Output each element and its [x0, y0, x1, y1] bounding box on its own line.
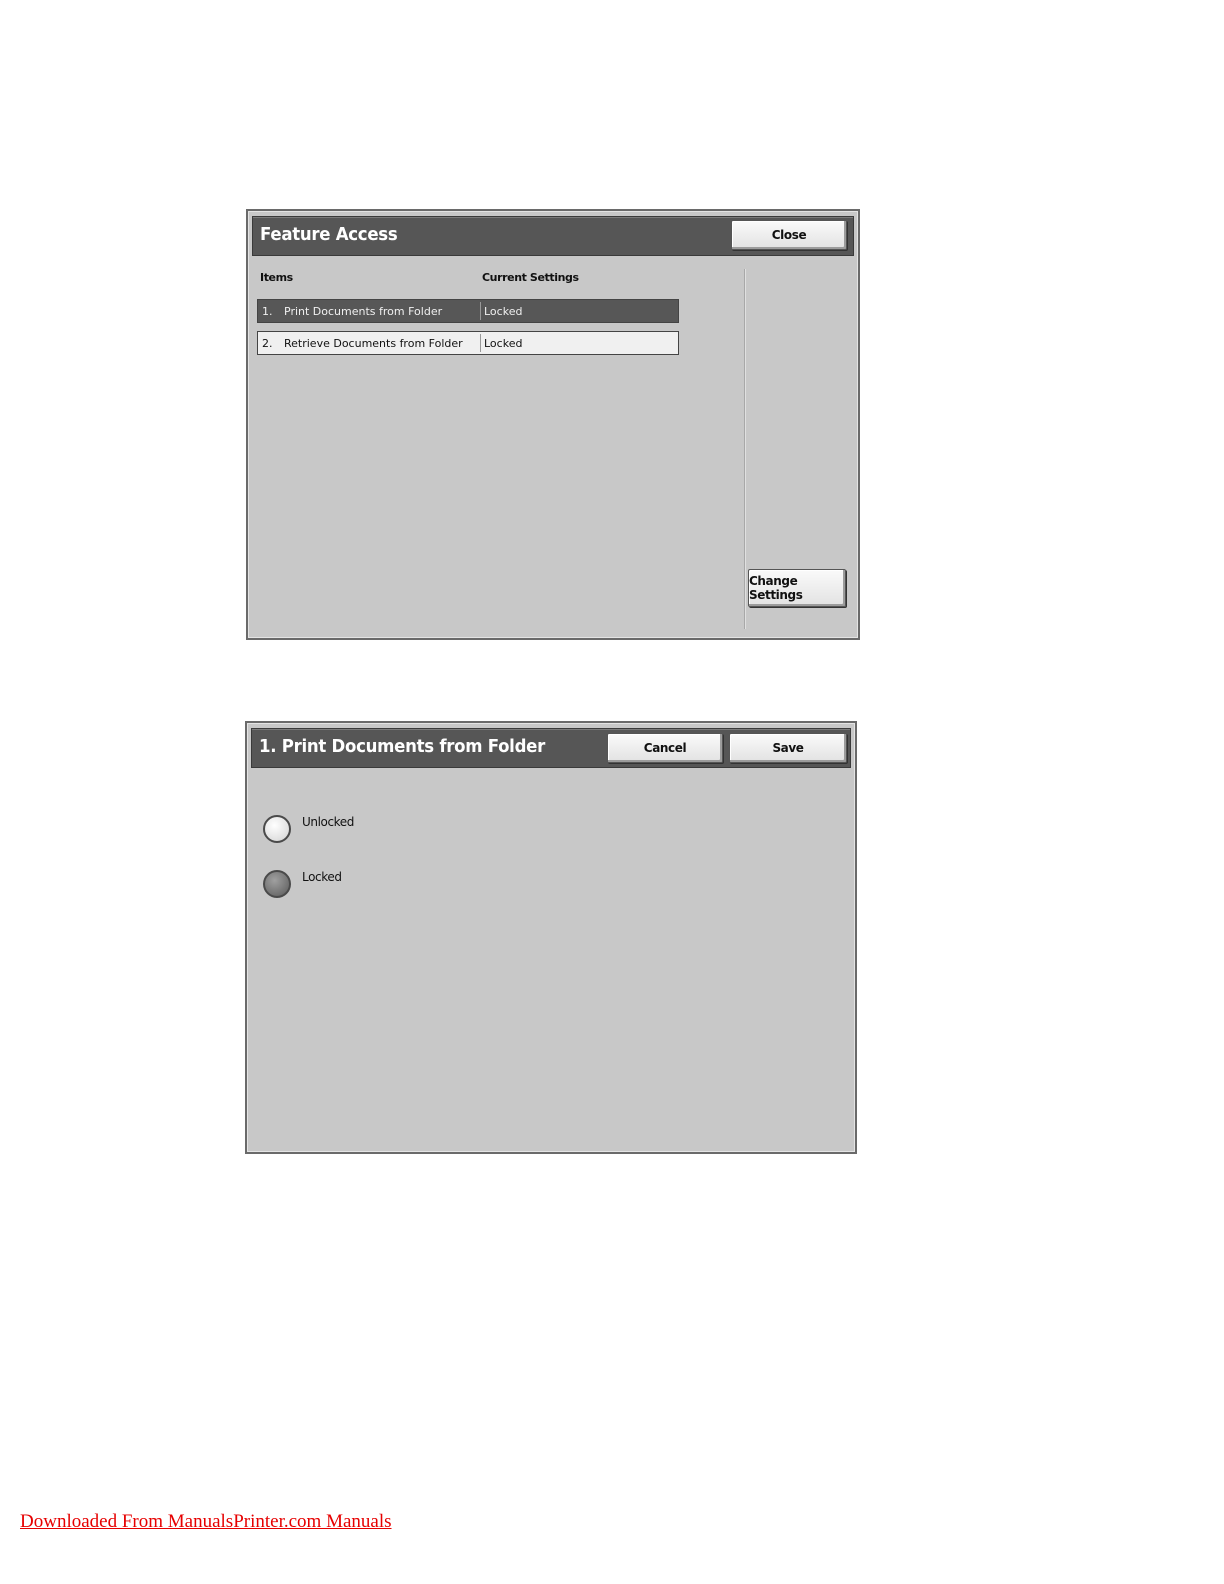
footer-download-link[interactable]: Downloaded From ManualsPrinter.com Manua… [20, 1511, 392, 1533]
list-item-retrieve-documents-from-folder[interactable]: 2. Retrieve Documents from Folder Locked [257, 331, 679, 355]
row-current-setting: Locked [484, 305, 523, 318]
change-settings-button[interactable]: Change Settings [748, 569, 846, 607]
row-number: 2. [262, 337, 273, 350]
feature-access-screen: Feature Access Close Items Current Setti… [246, 209, 860, 640]
row-item-name: Retrieve Documents from Folder [284, 337, 463, 350]
panel-divider [744, 269, 745, 629]
row-divider [480, 302, 481, 320]
current-settings-column-header: Current Settings [482, 271, 579, 284]
feature-access-titlebar: Feature Access Close [252, 216, 854, 256]
radio-label-locked: Locked [302, 870, 342, 884]
list-item-print-documents-from-folder[interactable]: 1. Print Documents from Folder Locked [257, 299, 679, 323]
row-item-name: Print Documents from Folder [284, 305, 443, 318]
row-number: 1. [262, 305, 273, 318]
radio-selected-icon[interactable] [263, 870, 291, 898]
cancel-button[interactable]: Cancel [607, 733, 723, 763]
items-column-header: Items [260, 271, 293, 284]
radio-label-unlocked: Unlocked [302, 815, 354, 829]
print-documents-screen: 1. Print Documents from Folder Cancel Sa… [245, 721, 857, 1154]
close-button[interactable]: Close [731, 220, 847, 250]
row-divider [480, 334, 481, 352]
save-button[interactable]: Save [729, 733, 847, 763]
print-documents-title: 1. Print Documents from Folder [259, 736, 546, 757]
feature-access-title: Feature Access [260, 224, 398, 245]
radio-unselected-icon[interactable] [263, 815, 291, 843]
row-current-setting: Locked [484, 337, 523, 350]
print-documents-titlebar: 1. Print Documents from Folder Cancel Sa… [251, 728, 851, 768]
